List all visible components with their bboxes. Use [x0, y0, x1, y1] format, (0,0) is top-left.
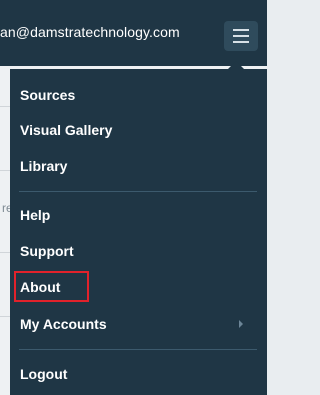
page-divider: [0, 170, 10, 171]
menu-item-logout[interactable]: Logout: [20, 366, 67, 382]
about-highlight-box: [14, 271, 89, 302]
menu-divider: [19, 349, 257, 350]
page-divider: [0, 252, 10, 253]
menu-item-sources[interactable]: Sources: [20, 87, 75, 103]
menu-divider: [19, 191, 257, 192]
dropdown-caret: [228, 61, 244, 69]
menu-item-support[interactable]: Support: [20, 243, 74, 259]
page-divider: [0, 316, 10, 317]
menu-item-visual-gallery[interactable]: Visual Gallery: [20, 122, 112, 138]
dropdown-menu: [10, 69, 267, 395]
chevron-right-icon: [239, 320, 243, 328]
page-divider: [0, 106, 10, 107]
hamburger-menu-icon[interactable]: [224, 21, 258, 51]
user-email[interactable]: an@damstratechnology.com: [0, 24, 214, 40]
menu-item-library[interactable]: Library: [20, 158, 67, 174]
menu-item-my-accounts[interactable]: My Accounts: [20, 316, 107, 332]
top-bar: an@damstratechnology.com: [0, 0, 267, 66]
menu-item-help[interactable]: Help: [20, 207, 50, 223]
